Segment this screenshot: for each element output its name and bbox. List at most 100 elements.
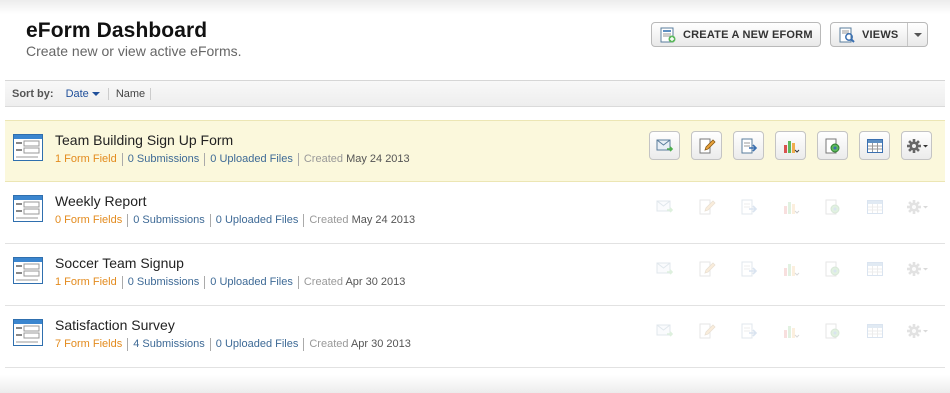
settings-gear-button[interactable] <box>901 316 932 345</box>
views-button[interactable]: VIEWS <box>830 22 928 47</box>
settings-gear-icon <box>906 323 928 339</box>
submission-count[interactable]: 0 Submissions <box>121 276 205 289</box>
settings-gear-button[interactable] <box>901 131 932 160</box>
row-actions <box>649 316 943 345</box>
created-info: Created May 24 2013 <box>297 153 415 166</box>
form-icon <box>13 257 43 284</box>
export-icon <box>740 323 758 339</box>
form-field-count[interactable]: 1 Form Field <box>55 276 122 289</box>
share-button[interactable] <box>817 316 848 345</box>
share-button[interactable] <box>817 254 848 283</box>
form-icon <box>13 134 43 161</box>
uploaded-files-count[interactable]: 0 Uploaded Files <box>204 153 298 166</box>
sort-desc-arrow-icon <box>91 92 100 96</box>
uploaded-files-count[interactable]: 0 Uploaded Files <box>209 214 304 227</box>
form-row[interactable]: Satisfaction Survey 7 Form Fields 4 Subm… <box>5 306 945 368</box>
created-label: Created <box>309 214 349 226</box>
edit-button[interactable] <box>691 254 722 283</box>
edit-button[interactable] <box>691 192 722 221</box>
form-meta: 1 Form Field 0 Submissions 0 Uploaded Fi… <box>55 276 410 289</box>
share-button[interactable] <box>817 192 848 221</box>
create-new-eform-button[interactable]: CREATE A NEW EFORM <box>651 22 821 47</box>
created-date: May 24 2013 <box>351 214 416 226</box>
table-button[interactable] <box>859 254 890 283</box>
views-button-label: VIEWS <box>862 28 899 41</box>
email-button[interactable] <box>649 316 680 345</box>
email-button[interactable] <box>649 131 680 160</box>
edit-button[interactable] <box>691 316 722 345</box>
created-info: Created Apr 30 2013 <box>303 338 416 351</box>
dashboard-header: eForm Dashboard Create new or view activ… <box>0 0 950 78</box>
edit-button[interactable] <box>691 131 722 160</box>
uploaded-files-count[interactable]: 0 Uploaded Files <box>204 276 298 289</box>
edit-icon <box>698 199 716 215</box>
form-name-link[interactable]: Weekly Report <box>55 193 147 209</box>
form-meta: 0 Form Fields 0 Submissions 0 Uploaded F… <box>55 214 420 227</box>
uploaded-files-count[interactable]: 0 Uploaded Files <box>209 338 304 351</box>
form-row[interactable]: Weekly Report 0 Form Fields 0 Submission… <box>5 182 945 244</box>
form-meta: 1 Form Field 0 Submissions 0 Uploaded Fi… <box>55 153 415 166</box>
form-field-count[interactable]: 7 Form Fields <box>55 338 127 351</box>
form-icon <box>13 195 43 222</box>
form-name-link[interactable]: Satisfaction Survey <box>55 317 175 333</box>
report-chart-icon <box>782 199 800 215</box>
table-button[interactable] <box>859 131 890 160</box>
page-subtitle: Create new or view active eForms. <box>26 43 242 59</box>
views-dropdown-toggle[interactable] <box>907 23 927 46</box>
share-icon <box>824 261 842 277</box>
created-info: Created Apr 30 2013 <box>297 276 411 289</box>
export-button[interactable] <box>733 131 764 160</box>
email-button[interactable] <box>649 192 680 221</box>
sort-date-label: Date <box>65 87 89 100</box>
export-icon <box>740 199 758 215</box>
submission-count[interactable]: 4 Submissions <box>127 338 210 351</box>
email-icon <box>656 323 674 339</box>
table-icon <box>866 138 884 154</box>
export-icon <box>740 138 758 154</box>
created-info: Created May 24 2013 <box>303 214 420 227</box>
settings-gear-icon <box>906 199 928 215</box>
sort-label: Sort by: <box>12 87 54 100</box>
sort-by-date[interactable]: Date <box>65 87 109 100</box>
report-chart-button[interactable] <box>775 192 806 221</box>
form-name-link[interactable]: Soccer Team Signup <box>55 255 184 271</box>
settings-gear-button[interactable] <box>901 254 932 283</box>
table-button[interactable] <box>859 316 890 345</box>
form-field-count[interactable]: 1 Form Field <box>55 153 122 166</box>
export-button[interactable] <box>733 192 764 221</box>
edit-icon <box>698 138 716 154</box>
export-button[interactable] <box>733 316 764 345</box>
form-row[interactable]: Soccer Team Signup 1 Form Field 0 Submis… <box>5 244 945 306</box>
email-icon <box>656 138 674 154</box>
report-chart-button[interactable] <box>775 254 806 283</box>
form-name-link[interactable]: Team Building Sign Up Form <box>55 132 233 148</box>
list-bottom-shadow <box>0 375 950 393</box>
form-row[interactable]: Team Building Sign Up Form 1 Form Field … <box>5 120 945 182</box>
sort-bar: Sort by: Date Name <box>5 80 945 107</box>
settings-gear-button[interactable] <box>901 192 932 221</box>
created-label: Created <box>303 153 343 165</box>
email-icon <box>656 261 674 277</box>
submission-count[interactable]: 0 Submissions <box>127 214 210 227</box>
created-date: May 24 2013 <box>346 153 410 165</box>
sort-by-name[interactable]: Name <box>109 87 152 100</box>
report-chart-icon <box>782 261 800 277</box>
table-icon <box>866 323 884 339</box>
row-actions <box>649 254 943 283</box>
report-chart-button[interactable] <box>775 131 806 160</box>
share-button[interactable] <box>817 131 848 160</box>
email-button[interactable] <box>649 254 680 283</box>
table-button[interactable] <box>859 192 890 221</box>
form-icon <box>13 319 43 346</box>
page-title: eForm Dashboard <box>26 19 208 42</box>
email-icon <box>656 199 674 215</box>
report-chart-button[interactable] <box>775 316 806 345</box>
submission-count[interactable]: 0 Submissions <box>121 153 205 166</box>
form-field-count[interactable]: 0 Form Fields <box>55 214 127 227</box>
table-icon <box>866 261 884 277</box>
export-icon <box>740 261 758 277</box>
edit-icon <box>698 261 716 277</box>
chevron-down-icon <box>913 32 922 37</box>
export-button[interactable] <box>733 254 764 283</box>
form-meta: 7 Form Fields 4 Submissions 0 Uploaded F… <box>55 338 416 351</box>
